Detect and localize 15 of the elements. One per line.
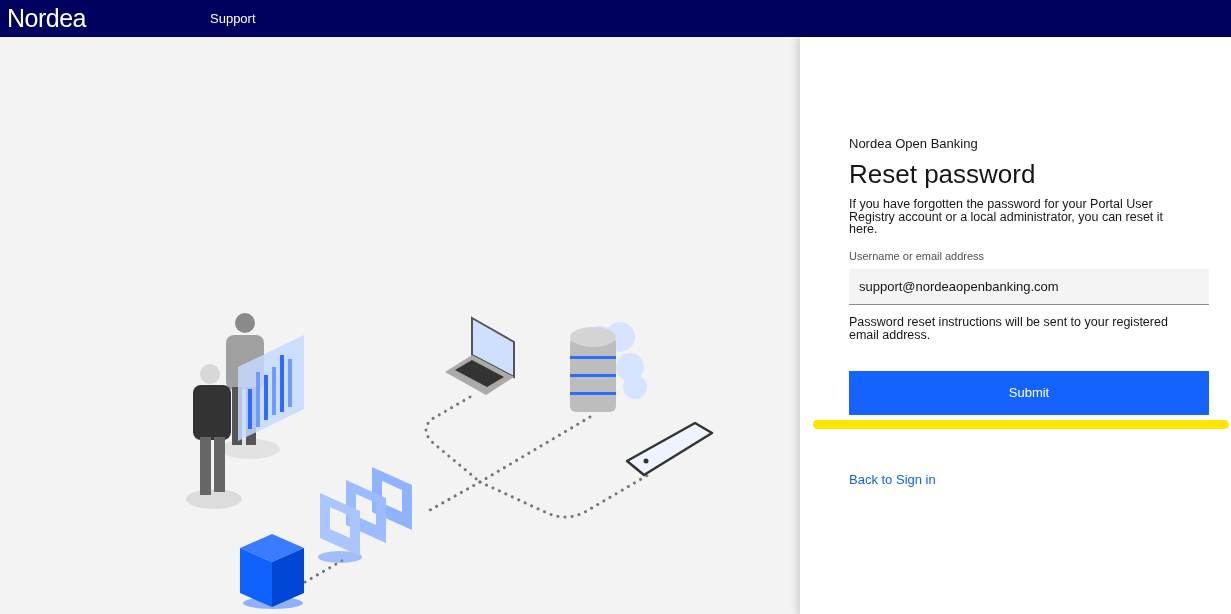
submit-button[interactable]: Submit — [849, 370, 1209, 415]
back-to-sign-in-link[interactable]: Back to Sign in — [849, 469, 936, 489]
description-text: If you have forgotten the password for your Portal User Registry account or a local administrator, you can reset it here. — [849, 198, 1165, 236]
product-name: Nordea Open Banking — [849, 136, 979, 152]
cloud-database-icon — [570, 322, 647, 412]
nav-link[interactable]: Support — [210, 8, 256, 29]
smartphone-icon — [625, 421, 714, 477]
laptop-icon — [445, 316, 515, 395]
field-label: Username or email address — [849, 248, 986, 263]
helper-text: Password reset instructions will be sent to your registered email address. — [849, 315, 1169, 342]
nordea-logo[interactable]: Nordea — [7, 6, 86, 31]
cube-icon — [240, 534, 304, 609]
page-title: Reset password — [849, 158, 1037, 190]
email-input[interactable]: support@nordeaopenbanking.com — [849, 268, 1209, 305]
square-frames-icon — [318, 467, 412, 563]
